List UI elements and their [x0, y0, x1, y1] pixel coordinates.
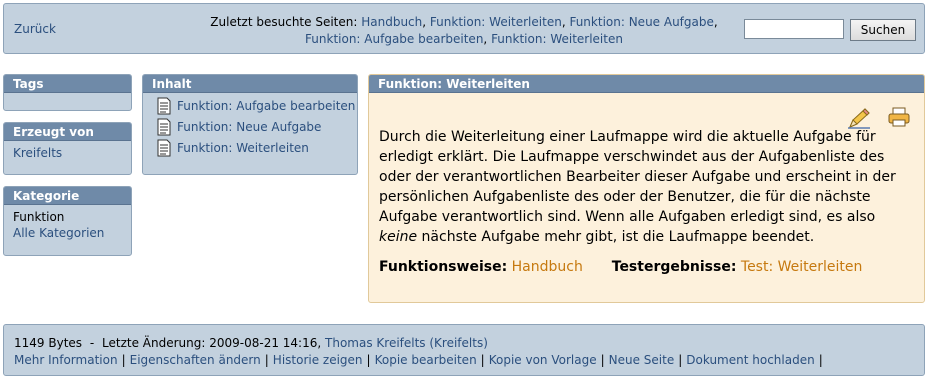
recent-page-link[interactable]: Funktion: Weiterleiten	[491, 32, 623, 46]
recent-pages: Zuletzt besuchte Seiten: Handbuch, Funkt…	[210, 15, 718, 46]
contents-item-label[interactable]: Funktion: Aufgabe bearbeiten	[177, 99, 355, 113]
contents-item[interactable]: Funktion: Weiterleiten	[143, 137, 357, 158]
all-categories-link[interactable]: Alle Kategorien	[13, 225, 122, 241]
results-link[interactable]: Test: Weiterleiten	[741, 259, 863, 275]
created-by-title: Erzeugt von	[4, 123, 131, 141]
more-information-link[interactable]: Mehr Information	[14, 353, 118, 367]
document-icon	[157, 97, 171, 114]
print-icon[interactable]	[888, 107, 910, 127]
article-body: Durch die Weiterleitung einer Laufmappe …	[379, 127, 904, 247]
category-value: Funktion	[13, 210, 65, 224]
top-navigation-bar: Zurück Zuletzt besuchte Seiten: Handbuch…	[3, 3, 925, 54]
category-panel: Kategorie Funktion Alle Kategorien	[3, 186, 132, 256]
page-info: 1149 Bytes - Letzte Änderung: 2009-08-21…	[14, 336, 488, 350]
contents-item[interactable]: Funktion: Neue Aufgabe	[143, 116, 357, 137]
recent-page-link[interactable]: Funktion: Weiterleiten	[430, 15, 562, 29]
footer-links: Mehr Information | Eigenschaften ändern | Hi…	[14, 353, 823, 367]
search-button[interactable]: Suchen	[850, 19, 916, 41]
tags-panel: Tags	[3, 74, 132, 111]
edit-copy-link[interactable]: Kopie bearbeiten	[375, 353, 477, 367]
article-text-part: Durch die Weiterleitung einer Laufmappe …	[379, 129, 896, 225]
footer-bar: 1149 Bytes - Letzte Änderung: 2009-08-21…	[3, 324, 925, 376]
recent-page-link[interactable]: Handbuch	[361, 15, 422, 29]
recent-page-link[interactable]: Funktion: Aufgabe bearbeiten	[305, 32, 483, 46]
results-label: Testergebnisse:	[611, 259, 737, 275]
info-separator: -	[89, 336, 95, 350]
creator-link[interactable]: Kreifelts	[13, 146, 62, 160]
last-changed: Letzte Änderung: 2009-08-21 14:16,	[102, 336, 322, 350]
category-title: Kategorie	[4, 187, 131, 205]
article-panel: Funktion: Weiterleiten Durch die Weiterl…	[368, 74, 925, 303]
search-input[interactable]	[744, 19, 844, 39]
edit-pencil-icon[interactable]	[846, 107, 872, 129]
new-page-link[interactable]: Neue Seite	[609, 353, 675, 367]
article-title: Funktion: Weiterleiten	[369, 75, 924, 93]
tags-title: Tags	[4, 75, 131, 93]
article-tools	[846, 107, 910, 129]
created-by-panel: Erzeugt von Kreifelts	[3, 122, 132, 175]
recent-pages-label: Zuletzt besuchte Seiten:	[210, 15, 358, 29]
upload-document-link[interactable]: Dokument hochladen	[686, 353, 814, 367]
article-text-part: nächste Aufgabe mehr gibt, ist die Laufm…	[417, 229, 815, 245]
back-link[interactable]: Zurück	[14, 22, 56, 36]
copy-from-template-link[interactable]: Kopie von Vorlage	[489, 353, 597, 367]
recent-page-link[interactable]: Funktion: Neue Aufgabe	[569, 15, 713, 29]
page-size: 1149 Bytes	[14, 336, 83, 350]
author-link[interactable]: Thomas Kreifelts (Kreifelts)	[325, 336, 488, 350]
article-text-emphasis: keine	[379, 229, 418, 245]
show-history-link[interactable]: Historie zeigen	[273, 353, 363, 367]
contents-item-label[interactable]: Funktion: Neue Aufgabe	[177, 120, 321, 134]
functionality-link[interactable]: Handbuch	[512, 259, 583, 275]
edit-properties-link[interactable]: Eigenschaften ändern	[130, 353, 261, 367]
contents-item-label[interactable]: Funktion: Weiterleiten	[177, 141, 309, 155]
document-icon	[157, 139, 171, 156]
document-icon	[157, 118, 171, 135]
contents-panel: Inhalt Funktion: Aufgabe bearbeiten Funk…	[142, 74, 358, 175]
contents-title: Inhalt	[143, 75, 357, 93]
functionality-label: Funktionsweise:	[379, 259, 508, 275]
contents-item[interactable]: Funktion: Aufgabe bearbeiten	[143, 95, 357, 116]
article-meta: Funktionsweise: Handbuch Testergebnisse:…	[379, 257, 862, 277]
